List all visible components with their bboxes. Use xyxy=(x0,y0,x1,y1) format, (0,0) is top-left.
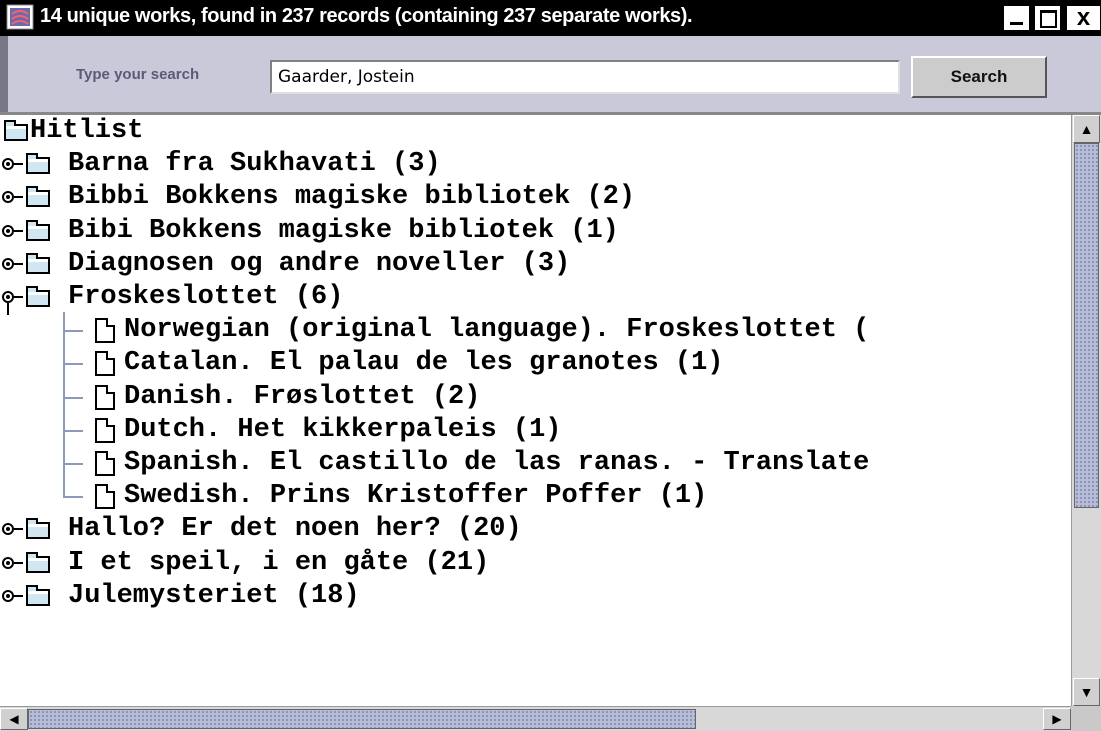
edition-title: Dutch. Het kikkerpaleis (1) xyxy=(124,414,562,445)
tree-connector xyxy=(14,163,23,166)
search-input[interactable] xyxy=(270,60,900,94)
tree-work-node[interactable]: Bibi Bokkens magiske bibliotek (1) xyxy=(0,215,1071,248)
document-icon xyxy=(95,318,115,344)
scroll-right-button[interactable]: ▶ xyxy=(1043,708,1071,730)
close-icon: x xyxy=(1076,4,1091,31)
tree-edition-node[interactable]: Norwegian (original language). Froskeslo… xyxy=(0,314,1071,347)
tree-edition-node[interactable]: Spanish. El castillo de las ranas. - Tra… xyxy=(0,447,1071,480)
tree-work-node[interactable]: Froskeslottet (6) xyxy=(0,281,1071,315)
vertical-scrollbar[interactable]: ▲ ▼ xyxy=(1071,115,1101,706)
arrow-right-icon: ▶ xyxy=(1052,712,1062,726)
edition-title: Danish. Frøslottet (2) xyxy=(124,381,481,412)
title-bar: 14 unique works, found in 237 records (c… xyxy=(0,0,1101,36)
tree-connector xyxy=(14,196,23,199)
scroll-down-button[interactable]: ▼ xyxy=(1073,678,1100,706)
edition-title: Spanish. El castillo de las ranas. - Tra… xyxy=(124,448,870,478)
document-icon xyxy=(95,451,115,476)
minimize-button[interactable] xyxy=(1003,5,1030,31)
scroll-corner xyxy=(1071,706,1101,731)
tree-work-node[interactable]: I et speil, i en gåte (21) xyxy=(0,547,1071,580)
collapsed-toggle-icon[interactable] xyxy=(2,158,14,171)
tree-edition-node[interactable]: Swedish. Prins Kristoffer Poffer (1) xyxy=(0,480,1071,513)
folder-icon xyxy=(26,584,50,606)
tree-connector xyxy=(63,330,83,333)
tree-work-node[interactable]: Barna fra Sukhavati (3) xyxy=(0,148,1071,181)
horizontal-scrollbar[interactable]: ◀ ▶ xyxy=(0,706,1071,731)
tree-connector xyxy=(63,429,83,432)
folder-icon xyxy=(26,286,50,307)
tree-connector xyxy=(7,303,9,315)
search-panel: Type your search Search xyxy=(0,36,1101,112)
collapsed-toggle-icon[interactable] xyxy=(2,523,14,536)
hitlist-tree: Hitlist Barna fra Sukhavati (3) Bibbi Bokk… xyxy=(0,115,1071,706)
document-icon xyxy=(95,351,115,377)
edition-title: Swedish. Prins Kristoffer Poffer (1) xyxy=(124,481,708,512)
tree-connector xyxy=(14,561,23,564)
arrow-up-icon: ▲ xyxy=(1079,121,1094,137)
work-title: Bibi Bokkens magiske bibliotek (1) xyxy=(68,215,619,246)
document-icon xyxy=(95,417,115,443)
tree-root-label: Hitlist xyxy=(30,116,144,146)
tree-connector xyxy=(63,396,83,399)
work-title: Julemysteriet (18) xyxy=(68,580,360,611)
edition-title: Catalan. El palau de les granotes (1) xyxy=(124,348,724,379)
folder-icon xyxy=(4,120,28,141)
arrow-down-icon: ▼ xyxy=(1079,684,1094,700)
window-title: 14 unique works, found in 237 records (c… xyxy=(40,5,693,27)
document-icon xyxy=(95,484,115,510)
scroll-left-button[interactable]: ◀ xyxy=(0,708,28,730)
tree-guide-line xyxy=(63,312,65,497)
tree-connector xyxy=(63,363,83,366)
edition-title: Norwegian (original language). Froskeslo… xyxy=(124,315,870,346)
tree-edition-node[interactable]: Dutch. Het kikkerpaleis (1) xyxy=(0,414,1071,447)
work-title: Froskeslottet (6) xyxy=(68,282,344,312)
work-title: I et speil, i en gåte (21) xyxy=(68,547,490,578)
tree-edition-node[interactable]: Danish. Frøslottet (2) xyxy=(0,381,1071,414)
horizontal-scroll-thumb[interactable] xyxy=(28,709,696,729)
folder-icon xyxy=(26,518,50,540)
expanded-toggle-icon[interactable] xyxy=(2,291,14,303)
app-icon xyxy=(6,4,34,30)
tree-connector xyxy=(14,594,23,597)
tree-connector xyxy=(14,528,23,531)
folder-icon xyxy=(26,219,50,241)
tree-connector xyxy=(14,262,23,265)
search-button[interactable]: Search xyxy=(911,56,1047,98)
tree-work-node[interactable]: Bibbi Bokkens magiske bibliotek (2) xyxy=(0,181,1071,214)
vertical-scroll-thumb[interactable] xyxy=(1074,143,1099,508)
folder-icon xyxy=(26,153,50,175)
search-label: Type your search xyxy=(76,66,200,83)
work-title: Bibbi Bokkens magiske bibliotek (2) xyxy=(68,182,636,213)
tree-work-node[interactable]: Julemysteriet (18) xyxy=(0,580,1071,613)
folder-icon xyxy=(26,551,50,573)
collapsed-toggle-icon[interactable] xyxy=(2,556,14,569)
collapsed-toggle-icon[interactable] xyxy=(2,191,14,204)
collapsed-toggle-icon[interactable] xyxy=(2,589,14,602)
collapsed-toggle-icon[interactable] xyxy=(2,257,14,270)
maximize-button[interactable] xyxy=(1034,5,1061,31)
folder-icon xyxy=(26,252,50,274)
tree-work-node[interactable]: Diagnosen og andre noveller (3) xyxy=(0,248,1071,281)
tree-connector xyxy=(63,463,83,465)
work-title: Hallo? Er det noen her? (20) xyxy=(68,514,522,545)
folder-icon xyxy=(26,186,50,208)
tree-connector xyxy=(14,229,23,232)
arrow-left-icon: ◀ xyxy=(9,712,19,726)
scroll-up-button[interactable]: ▲ xyxy=(1073,115,1100,143)
tree-connector xyxy=(63,496,83,499)
work-title: Diagnosen og andre noveller (3) xyxy=(68,248,571,279)
collapsed-toggle-icon[interactable] xyxy=(2,224,14,237)
tree-root[interactable]: Hitlist xyxy=(0,115,1071,148)
tree-edition-node[interactable]: Catalan. El palau de les granotes (1) xyxy=(0,347,1071,380)
tree-connector xyxy=(14,296,23,298)
close-button[interactable]: x xyxy=(1066,5,1101,31)
tree-work-node[interactable]: Hallo? Er det noen her? (20) xyxy=(0,513,1071,546)
work-title: Barna fra Sukhavati (3) xyxy=(68,149,441,180)
document-icon xyxy=(95,384,115,410)
